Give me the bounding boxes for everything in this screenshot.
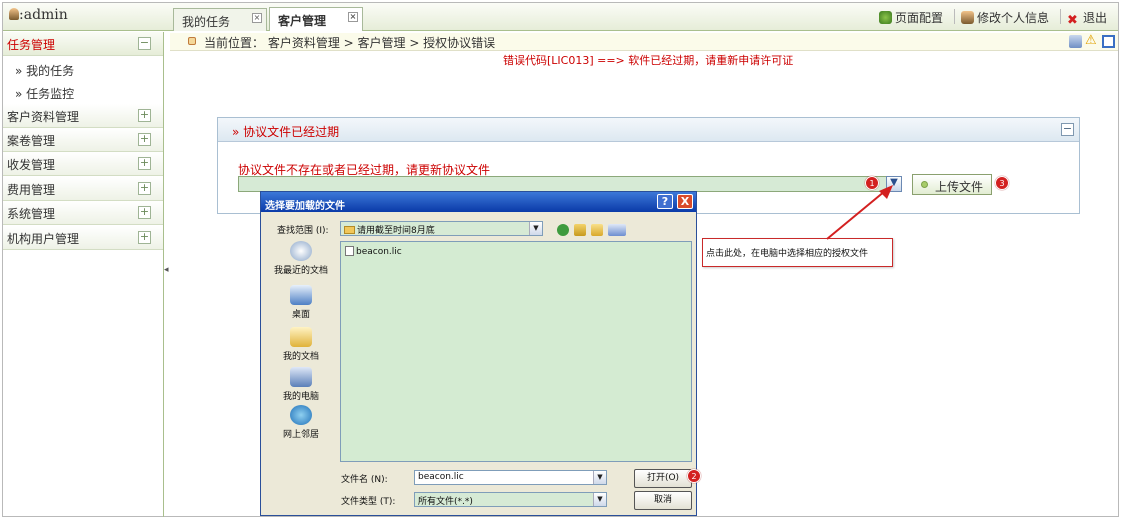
up-folder-icon[interactable] [574,224,586,236]
new-folder-icon[interactable] [591,224,603,236]
expand-icon[interactable]: + [138,109,151,122]
expand-icon[interactable]: + [138,182,151,195]
sidebar-item-fees[interactable]: 费用管理 + [3,177,163,201]
window-icon[interactable] [1102,35,1115,48]
step-badge-3: 3 [995,176,1009,190]
sidebar-item-task-management[interactable]: 任务管理 − [3,32,163,56]
dialog-title-bar: 选择要加载的文件 ? X [261,192,696,212]
upload-dot-icon [921,181,928,188]
bullet-icon [188,37,196,45]
open-button[interactable]: 打开(O) [634,469,692,488]
panel-collapse-icon[interactable]: − [1061,123,1074,136]
view-menu-icon[interactable] [608,224,626,236]
tab-customer-management-close-icon[interactable]: × [348,12,358,22]
edit-profile-link[interactable]: 修改个人信息 [961,9,1049,26]
place-my-computer[interactable]: 我的电脑 [271,367,331,402]
panel-title: » 协议文件已经过期 [232,125,340,139]
expand-icon[interactable]: + [138,157,151,170]
file-item[interactable]: beacon.lic [345,246,402,257]
help-icon[interactable]: ? [657,194,673,209]
dialog-title: 选择要加载的文件 [265,201,345,212]
expand-icon[interactable]: + [138,133,151,146]
network-icon [290,405,312,425]
cancel-button[interactable]: 取消 [634,491,692,510]
sidebar-item-system[interactable]: 系统管理 + [3,201,163,225]
sidebar-subitem-task-monitor[interactable]: » 任务监控 [15,85,74,102]
top-bar: :admin 我的任务 × 客户管理 × 页面配置 修改个人信息 ✖ 退出 [3,3,1118,31]
tab-my-tasks-close-icon[interactable]: × [252,13,262,23]
close-icon: ✖ [1067,13,1078,28]
filetype-select[interactable]: 所有文件(*.*) ▼ [414,492,607,507]
tab-customer-management[interactable]: 客户管理 × [269,7,363,31]
file-path-input[interactable] [238,176,892,192]
step-badge-2: 2 [687,469,701,483]
sidebar-item-org-users[interactable]: 机构用户管理 + [3,226,163,250]
filename-input[interactable]: beacon.lic ▼ [414,470,607,485]
page-config-link[interactable]: 页面配置 [879,9,943,26]
chevron-down-icon: ▼ [529,222,542,235]
divider [954,9,955,24]
file-list[interactable]: beacon.lic [340,241,692,462]
recent-icon [290,241,312,261]
place-desktop[interactable]: 桌面 [271,285,331,320]
expand-icon[interactable]: + [138,231,151,244]
close-icon[interactable]: X [677,194,693,209]
sidebar: 任务管理 − » 我的任务 » 任务监控 客户资料管理 + 案卷管理 + 收发管… [3,32,164,517]
app-window: :admin 我的任务 × 客户管理 × 页面配置 修改个人信息 ✖ 退出 任务管… [2,2,1119,517]
expand-icon[interactable]: + [138,206,151,219]
desktop-icon [290,285,312,305]
back-icon[interactable] [557,224,569,236]
sidebar-item-customer-data[interactable]: 客户资料管理 + [3,104,163,128]
collapse-icon[interactable]: − [138,37,151,50]
look-in-select[interactable]: 请用截至时间8月底 ▼ [340,221,543,236]
sidebar-item-send-receive[interactable]: 收发管理 + [3,152,163,176]
panel-header: » 协议文件已经过期 − [218,118,1079,142]
upload-button[interactable]: 上传文件 [912,174,992,195]
computer-icon [290,367,312,387]
user-icon [961,11,974,24]
tab-my-tasks[interactable]: 我的任务 × [173,8,267,31]
arrow-head [879,185,893,199]
place-recent[interactable]: 我最近的文档 [271,241,331,276]
warning-icon[interactable]: ⚠ [1085,34,1098,48]
filename-label: 文件名 (N): [341,475,388,485]
documents-icon [290,327,312,347]
screen-icon[interactable] [1069,35,1082,48]
user-icon [9,8,19,20]
arrow-line [826,190,886,240]
sidebar-subitem-my-tasks[interactable]: » 我的任务 [15,62,74,79]
place-network[interactable]: 网上邻居 [271,405,331,440]
divider [1060,9,1061,24]
folder-icon [344,226,355,234]
breadcrumb: 当前位置： 客户资料管理 > 客户管理 > 授权协议错误 ⚠ [170,33,1118,51]
tab-my-tasks-label: 我的任务 [182,15,231,29]
gear-icon [879,11,892,24]
filetype-label: 文件类型 (T): [341,497,396,507]
chevron-down-icon: ▼ [593,493,606,506]
tab-customer-management-label: 客户管理 [278,14,327,28]
sidebar-collapse-icon[interactable]: ◂ [164,265,169,279]
chevron-down-icon: ▼ [593,471,606,484]
logout-link[interactable]: ✖ 退出 [1067,9,1107,28]
look-in-label: 查找范围 (I): [277,226,329,236]
current-user: :admin [9,7,68,23]
callout-arrow [826,185,893,240]
file-dialog: 选择要加载的文件 ? X 查找范围 (I): 请用截至时间8月底 ▼ 我最近的文… [260,191,697,516]
file-icon [345,246,354,256]
sidebar-item-case-files[interactable]: 案卷管理 + [3,128,163,152]
error-message: 错误代码[LIC013] ==> 软件已经过期，请重新申请许可证 [503,54,794,67]
place-my-documents[interactable]: 我的文档 [271,327,331,362]
